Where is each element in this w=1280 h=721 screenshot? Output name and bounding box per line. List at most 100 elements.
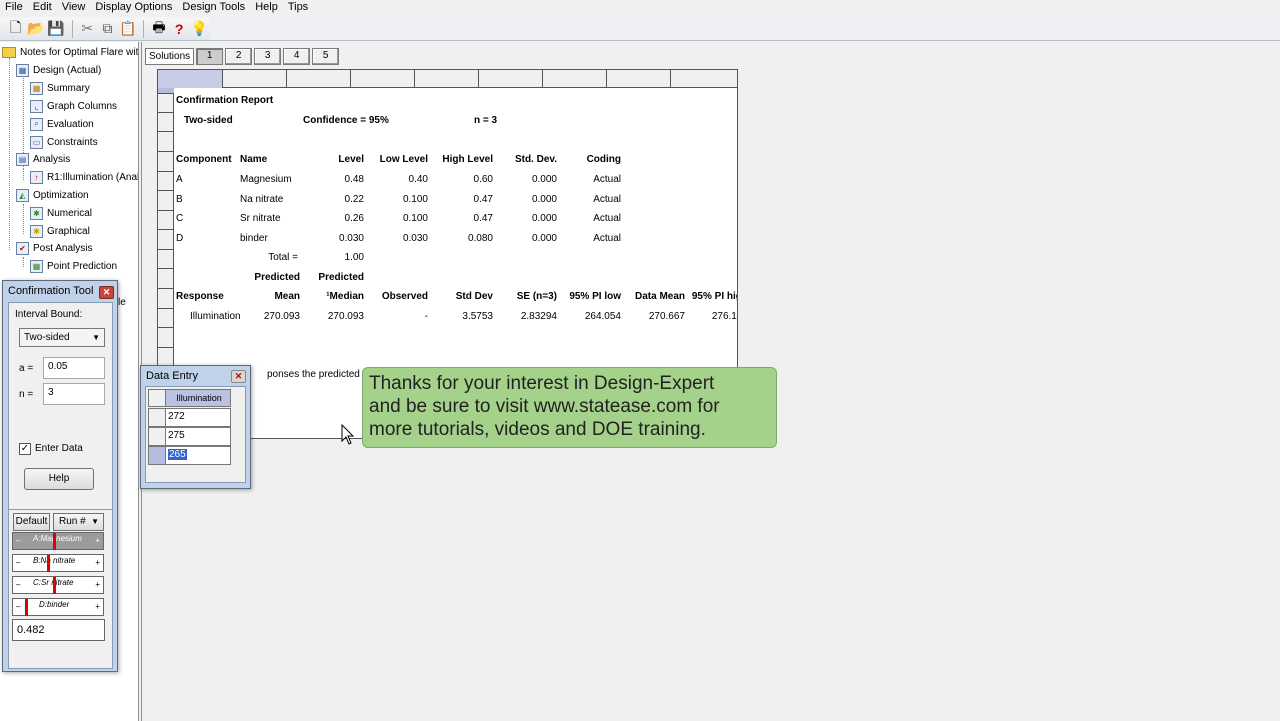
alpha-field[interactable]: 0.05	[43, 357, 105, 379]
row-header[interactable]	[158, 269, 174, 289]
menu-edit[interactable]: Edit	[28, 1, 57, 14]
row-header[interactable]	[158, 191, 174, 211]
default-button[interactable]: Default	[13, 513, 50, 531]
grid-column-header[interactable]	[671, 70, 737, 88]
component-high-level: 0.080	[467, 233, 493, 244]
tip-bulb-icon[interactable]: 💡	[190, 19, 209, 39]
row-header[interactable]	[158, 132, 174, 152]
header-pi-high: 95% PI high	[691, 291, 737, 302]
enter-data-checkbox[interactable]: ✓	[19, 443, 31, 455]
tree-item-analysis[interactable]: ▤ Analysis	[16, 150, 70, 168]
tree-item-r1-illumination[interactable]: ↑ R1:Illumination (Anal	[30, 168, 138, 186]
menu-display-options[interactable]: Display Options	[90, 1, 177, 14]
row-header[interactable]	[158, 230, 174, 250]
toolbar-separator	[143, 19, 145, 38]
data-entry-column-header[interactable]: Illumination	[165, 389, 231, 407]
solution-tab-2[interactable]: 2	[225, 47, 253, 65]
menu-design-tools[interactable]: Design Tools	[177, 1, 250, 14]
open-folder-icon[interactable]: 📂	[26, 19, 45, 39]
run-select[interactable]: Run # ▼	[53, 513, 104, 531]
print-icon[interactable]: 🖶	[149, 19, 168, 39]
row-header[interactable]	[158, 250, 174, 269]
menu-tips[interactable]: Tips	[283, 1, 313, 14]
interval-bound-select[interactable]: Two-sided ▼	[19, 328, 105, 347]
header-component: Component	[176, 154, 232, 165]
tree-item-label: Point Prediction	[47, 260, 118, 272]
tree-item-evaluation[interactable]: ⌕ Evaluation	[30, 115, 94, 133]
grid-column-header[interactable]	[543, 70, 607, 88]
response-data-mean: 270.667	[648, 311, 685, 322]
grid-column-header[interactable]	[287, 70, 351, 88]
row-header[interactable]	[158, 172, 174, 191]
save-icon[interactable]: 💾	[46, 19, 65, 39]
data-entry-row-header-selected[interactable]	[148, 446, 166, 465]
close-icon[interactable]: ✕	[99, 286, 114, 299]
tree-item-point-prediction[interactable]: ▦ Point Prediction	[30, 257, 117, 275]
slider-binder[interactable]: – D:binder +	[12, 598, 104, 616]
row-header[interactable]	[158, 309, 174, 328]
close-icon[interactable]: ✕	[231, 370, 246, 383]
total-label: Total =	[268, 252, 298, 263]
solution-tab-1[interactable]: 1	[196, 47, 224, 65]
data-entry-value-1[interactable]: 272	[165, 408, 231, 427]
tree-item-design[interactable]: ▦ Design (Actual)	[16, 61, 101, 79]
paste-icon[interactable]: 📋	[118, 19, 137, 39]
tree-item-graphical[interactable]: ✱ Graphical	[30, 222, 90, 240]
solution-tab-3[interactable]: 3	[254, 47, 282, 65]
tree-item-graph-columns[interactable]: ⌞ Graph Columns	[30, 97, 117, 115]
cut-icon[interactable]: ✂	[78, 19, 97, 39]
data-entry-row-header[interactable]	[148, 427, 166, 446]
solution-tab-4[interactable]: 4	[283, 47, 311, 65]
row-header[interactable]	[158, 328, 174, 348]
data-entry-value-3[interactable]: 265	[165, 446, 231, 465]
grid-column-header[interactable]	[479, 70, 543, 88]
slider-sr-nitrate[interactable]: – C:Sr nitrate +	[12, 576, 104, 594]
tree-item-post-analysis[interactable]: ✔ Post Analysis	[16, 239, 92, 257]
row-header[interactable]	[158, 113, 174, 132]
report-title: Confirmation Report	[176, 95, 274, 106]
tree-item-partial[interactable]: le	[118, 293, 126, 311]
plus-icon: +	[95, 558, 100, 567]
slider-marker[interactable]	[25, 599, 28, 616]
menu-file[interactable]: File	[0, 1, 28, 14]
grid-column-header[interactable]	[223, 70, 287, 88]
help-button[interactable]: Help	[24, 468, 94, 490]
row-header[interactable]	[158, 94, 174, 113]
slider-na-nitrate[interactable]: – B:Na nitrate +	[12, 554, 104, 572]
solution-tab-5[interactable]: 5	[312, 47, 340, 65]
header-std-dev: Std. Dev.	[514, 154, 557, 165]
data-entry-body: Illumination 272 275 265	[145, 386, 246, 483]
row-header[interactable]	[158, 289, 174, 309]
slider-magnesium[interactable]: – A:Magnesium +	[12, 532, 104, 550]
data-entry-row-header[interactable]	[148, 408, 166, 427]
tree-item-summary[interactable]: ▦ Summary	[30, 79, 90, 97]
slider-marker[interactable]	[53, 577, 56, 594]
tree-root-label: Notes for Optimal Flare wit	[20, 46, 139, 58]
grid-column-header[interactable]	[351, 70, 415, 88]
row-header[interactable]	[158, 152, 174, 172]
help-icon[interactable]: ?	[170, 19, 189, 39]
menu-help[interactable]: Help	[250, 1, 283, 14]
tree-item-numerical[interactable]: ✱ Numerical	[30, 204, 92, 222]
tree-item-optimization[interactable]: ◭ Optimization	[16, 186, 89, 204]
n-field[interactable]: 3	[43, 383, 105, 405]
tree-item-label: Design (Actual)	[33, 64, 102, 76]
tree-root[interactable]: Notes for Optimal Flare wit	[2, 43, 138, 61]
data-entry-corner[interactable]	[148, 389, 166, 407]
header-pi-low: 95% PI low	[569, 291, 621, 302]
grid-column-header[interactable]	[607, 70, 671, 88]
slider-marker[interactable]	[47, 555, 50, 572]
menu-view[interactable]: View	[57, 1, 91, 14]
run-select-value: Run #	[59, 516, 86, 527]
tree-item-label: Optimization	[33, 189, 89, 201]
data-entry-value-2[interactable]: 275	[165, 427, 231, 446]
slider-marker[interactable]	[53, 533, 56, 550]
row-header[interactable]	[158, 211, 174, 230]
grid-corner-cell[interactable]	[158, 70, 223, 88]
copy-icon[interactable]: ⧉	[98, 19, 117, 39]
factor-value-field[interactable]: 0.482	[12, 619, 105, 641]
tree-item-constraints[interactable]: ▭ Constraints	[30, 133, 98, 151]
component-name: Na nitrate	[240, 194, 284, 205]
new-file-icon[interactable]: 🗋	[6, 19, 25, 39]
grid-column-header[interactable]	[415, 70, 479, 88]
